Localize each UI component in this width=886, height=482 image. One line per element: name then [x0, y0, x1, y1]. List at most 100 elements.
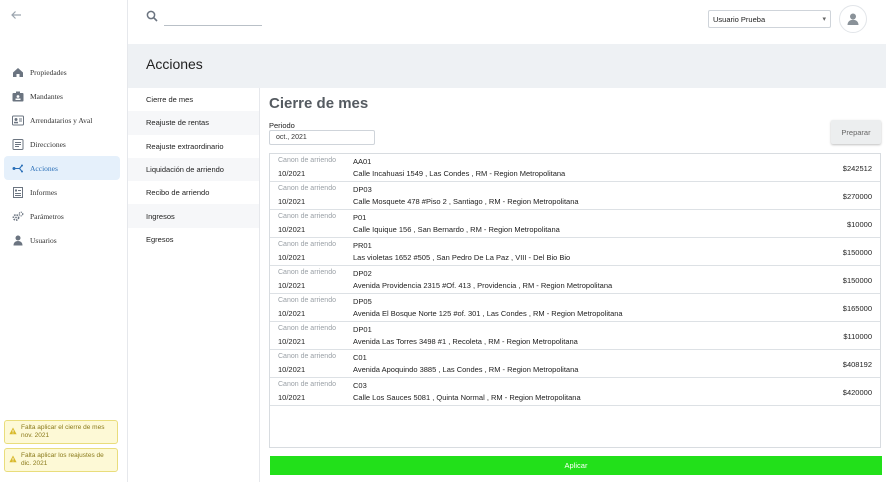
submenu-item-egresos[interactable]: Egresos: [128, 228, 259, 251]
submenu-item-reajuste-de-rentas[interactable]: Reajuste de rentas: [128, 111, 259, 135]
item-code: DP05: [353, 297, 372, 306]
item-address: Avenida El Bosque Norte 125 #of. 301 , L…: [353, 309, 623, 318]
sidebar-item-label: Propiedades: [30, 67, 67, 77]
item-address: Calle Mosquete 478 #Piso 2 , Santiago , …: [353, 197, 579, 206]
contact-card-icon: [12, 114, 24, 126]
item-kind: Canon de arriendo: [278, 185, 336, 192]
prepare-button[interactable]: Preparar: [831, 120, 881, 144]
search-icon: [146, 10, 158, 22]
back-arrow-icon[interactable]: [10, 8, 26, 24]
page-header: Acciones: [128, 44, 886, 88]
item-address: Calle Incahuasi 1549 , Las Condes , RM -…: [353, 169, 566, 178]
item-kind: Canon de arriendo: [278, 213, 336, 220]
sidebar-item-acciones[interactable]: Acciones: [4, 156, 120, 180]
item-address: Avenida Providencia 2315 #Of. 413 , Prov…: [353, 281, 613, 290]
alert-reajustes[interactable]: Falta aplicar los reajustes de dic. 2021: [4, 448, 118, 472]
item-kind: Canon de arriendo: [278, 269, 336, 276]
main-content: Cierre de mes Periodo oct., 2021 Prepara…: [261, 88, 886, 482]
topbar: Usuario Prueba ▾: [128, 0, 886, 44]
sidebar-item-usuarios[interactable]: Usuarios: [4, 228, 120, 252]
period-field[interactable]: oct., 2021: [269, 130, 375, 145]
chevron-down-icon: ▾: [822, 16, 826, 23]
item-date: 10/2021: [278, 337, 306, 346]
list-item[interactable]: Canon de arriendo 10/2021 PR01 Las viole…: [270, 238, 880, 266]
item-address: Avenida Apoquindo 3885 , Las Condes , RM…: [353, 365, 579, 374]
sidebar-nav: Propiedades Mandantes Arrendatarios y Av…: [4, 60, 120, 252]
list-item[interactable]: Canon de arriendo 10/2021 C03 Calle Los …: [270, 378, 880, 406]
submenu-item-recibo-de-arriendo[interactable]: Recibo de arriendo: [128, 181, 259, 204]
home-icon: [12, 66, 24, 78]
item-address: Calle Los Sauces 5081 , Quinta Normal , …: [353, 393, 581, 402]
period-label: Periodo: [269, 121, 295, 130]
submenu-item-liquidacion-de-arriendo[interactable]: Liquidación de arriendo: [128, 157, 259, 182]
item-date: 10/2021: [278, 253, 306, 262]
id-card-icon: [12, 90, 24, 102]
list-item[interactable]: Canon de arriendo 10/2021 DP03 Calle Mos…: [270, 182, 880, 210]
submenu-item-reajuste-extraordinario[interactable]: Reajuste extraordinario: [128, 135, 259, 158]
item-kind: Canon de arriendo: [278, 381, 336, 388]
report-icon: [12, 186, 24, 198]
item-amount: $242512: [842, 164, 872, 173]
item-date: 10/2021: [278, 225, 306, 234]
user-select-value: Usuario Prueba: [713, 14, 766, 24]
list-item[interactable]: Canon de arriendo 10/2021 DP02 Avenida P…: [270, 266, 880, 294]
item-amount: $408192: [842, 360, 872, 369]
item-amount: $110000: [843, 332, 872, 341]
list-item[interactable]: Canon de arriendo 10/2021 DP05 Avenida E…: [270, 294, 880, 322]
item-code: C01: [353, 353, 367, 362]
item-date: 10/2021: [278, 309, 306, 318]
sidebar-item-label: Usuarios: [30, 235, 57, 245]
sidebar-item-label: Direcciones: [30, 139, 66, 149]
apply-button[interactable]: Aplicar: [270, 456, 882, 475]
warning-icon: [9, 455, 17, 463]
list-item[interactable]: Canon de arriendo 10/2021 AA01 Calle Inc…: [270, 154, 880, 182]
sidebar-item-label: Parámetros: [30, 211, 64, 221]
sidebar-item-propiedades[interactable]: Propiedades: [4, 60, 120, 84]
search-input[interactable]: [164, 10, 262, 26]
item-amount: $150000: [842, 248, 872, 257]
list-item[interactable]: Canon de arriendo 10/2021 DP01 Avenida L…: [270, 322, 880, 350]
sidebar-item-parametros[interactable]: Parámetros: [4, 204, 120, 228]
item-kind: Canon de arriendo: [278, 157, 336, 164]
item-kind: Canon de arriendo: [278, 297, 336, 304]
user-select[interactable]: Usuario Prueba ▾: [708, 10, 831, 28]
sidebar: Propiedades Mandantes Arrendatarios y Av…: [0, 0, 128, 482]
item-code: DP01: [353, 325, 372, 334]
item-amount: $420000: [842, 388, 872, 397]
item-kind: Canon de arriendo: [278, 241, 336, 248]
sidebar-item-arrendatarios[interactable]: Arrendatarios y Aval: [4, 108, 120, 132]
list-item[interactable]: Canon de arriendo 10/2021 P01 Calle Iqui…: [270, 210, 880, 238]
item-date: 10/2021: [278, 393, 306, 402]
sidebar-item-mandantes[interactable]: Mandantes: [4, 84, 120, 108]
submenu-item-cierre-de-mes[interactable]: Cierre de mes: [128, 88, 259, 111]
user-icon: [12, 234, 24, 246]
item-code: DP02: [353, 269, 372, 278]
item-address: Avenida Las Torres 3498 #1 , Recoleta , …: [353, 337, 578, 346]
item-kind: Canon de arriendo: [278, 353, 336, 360]
sidebar-item-informes[interactable]: Informes: [4, 180, 120, 204]
list-item[interactable]: Canon de arriendo 10/2021 C01 Avenida Ap…: [270, 350, 880, 378]
sidebar-item-label: Acciones: [30, 163, 58, 173]
section-title: Cierre de mes: [269, 95, 369, 112]
page-title: Acciones: [146, 56, 203, 72]
sidebar-item-label: Informes: [30, 187, 58, 197]
item-code: C03: [353, 381, 367, 390]
item-amount: $270000: [842, 192, 872, 201]
item-code: PR01: [353, 241, 372, 250]
gears-icon: [12, 210, 24, 222]
actions-icon: [12, 162, 24, 174]
avatar[interactable]: [839, 5, 867, 33]
item-code: DP03: [353, 185, 372, 194]
item-address: Las violetas 1652 #505 , San Pedro De La…: [353, 253, 571, 262]
item-amount: $165000: [842, 304, 872, 313]
sidebar-item-direcciones[interactable]: Direcciones: [4, 132, 120, 156]
alert-text: Falta aplicar los reajustes de dic. 2021: [21, 452, 104, 467]
submenu-item-ingresos[interactable]: Ingresos: [128, 204, 259, 228]
alert-cierre-mes[interactable]: Falta aplicar el cierre de mes nov. 2021: [4, 420, 118, 444]
item-date: 10/2021: [278, 281, 306, 290]
item-code: AA01: [353, 157, 372, 166]
item-date: 10/2021: [278, 197, 306, 206]
item-address: Calle Iquique 156 , San Bernardo , RM - …: [353, 225, 560, 234]
item-date: 10/2021: [278, 169, 306, 178]
closing-list: Canon de arriendo 10/2021 AA01 Calle Inc…: [269, 153, 881, 448]
